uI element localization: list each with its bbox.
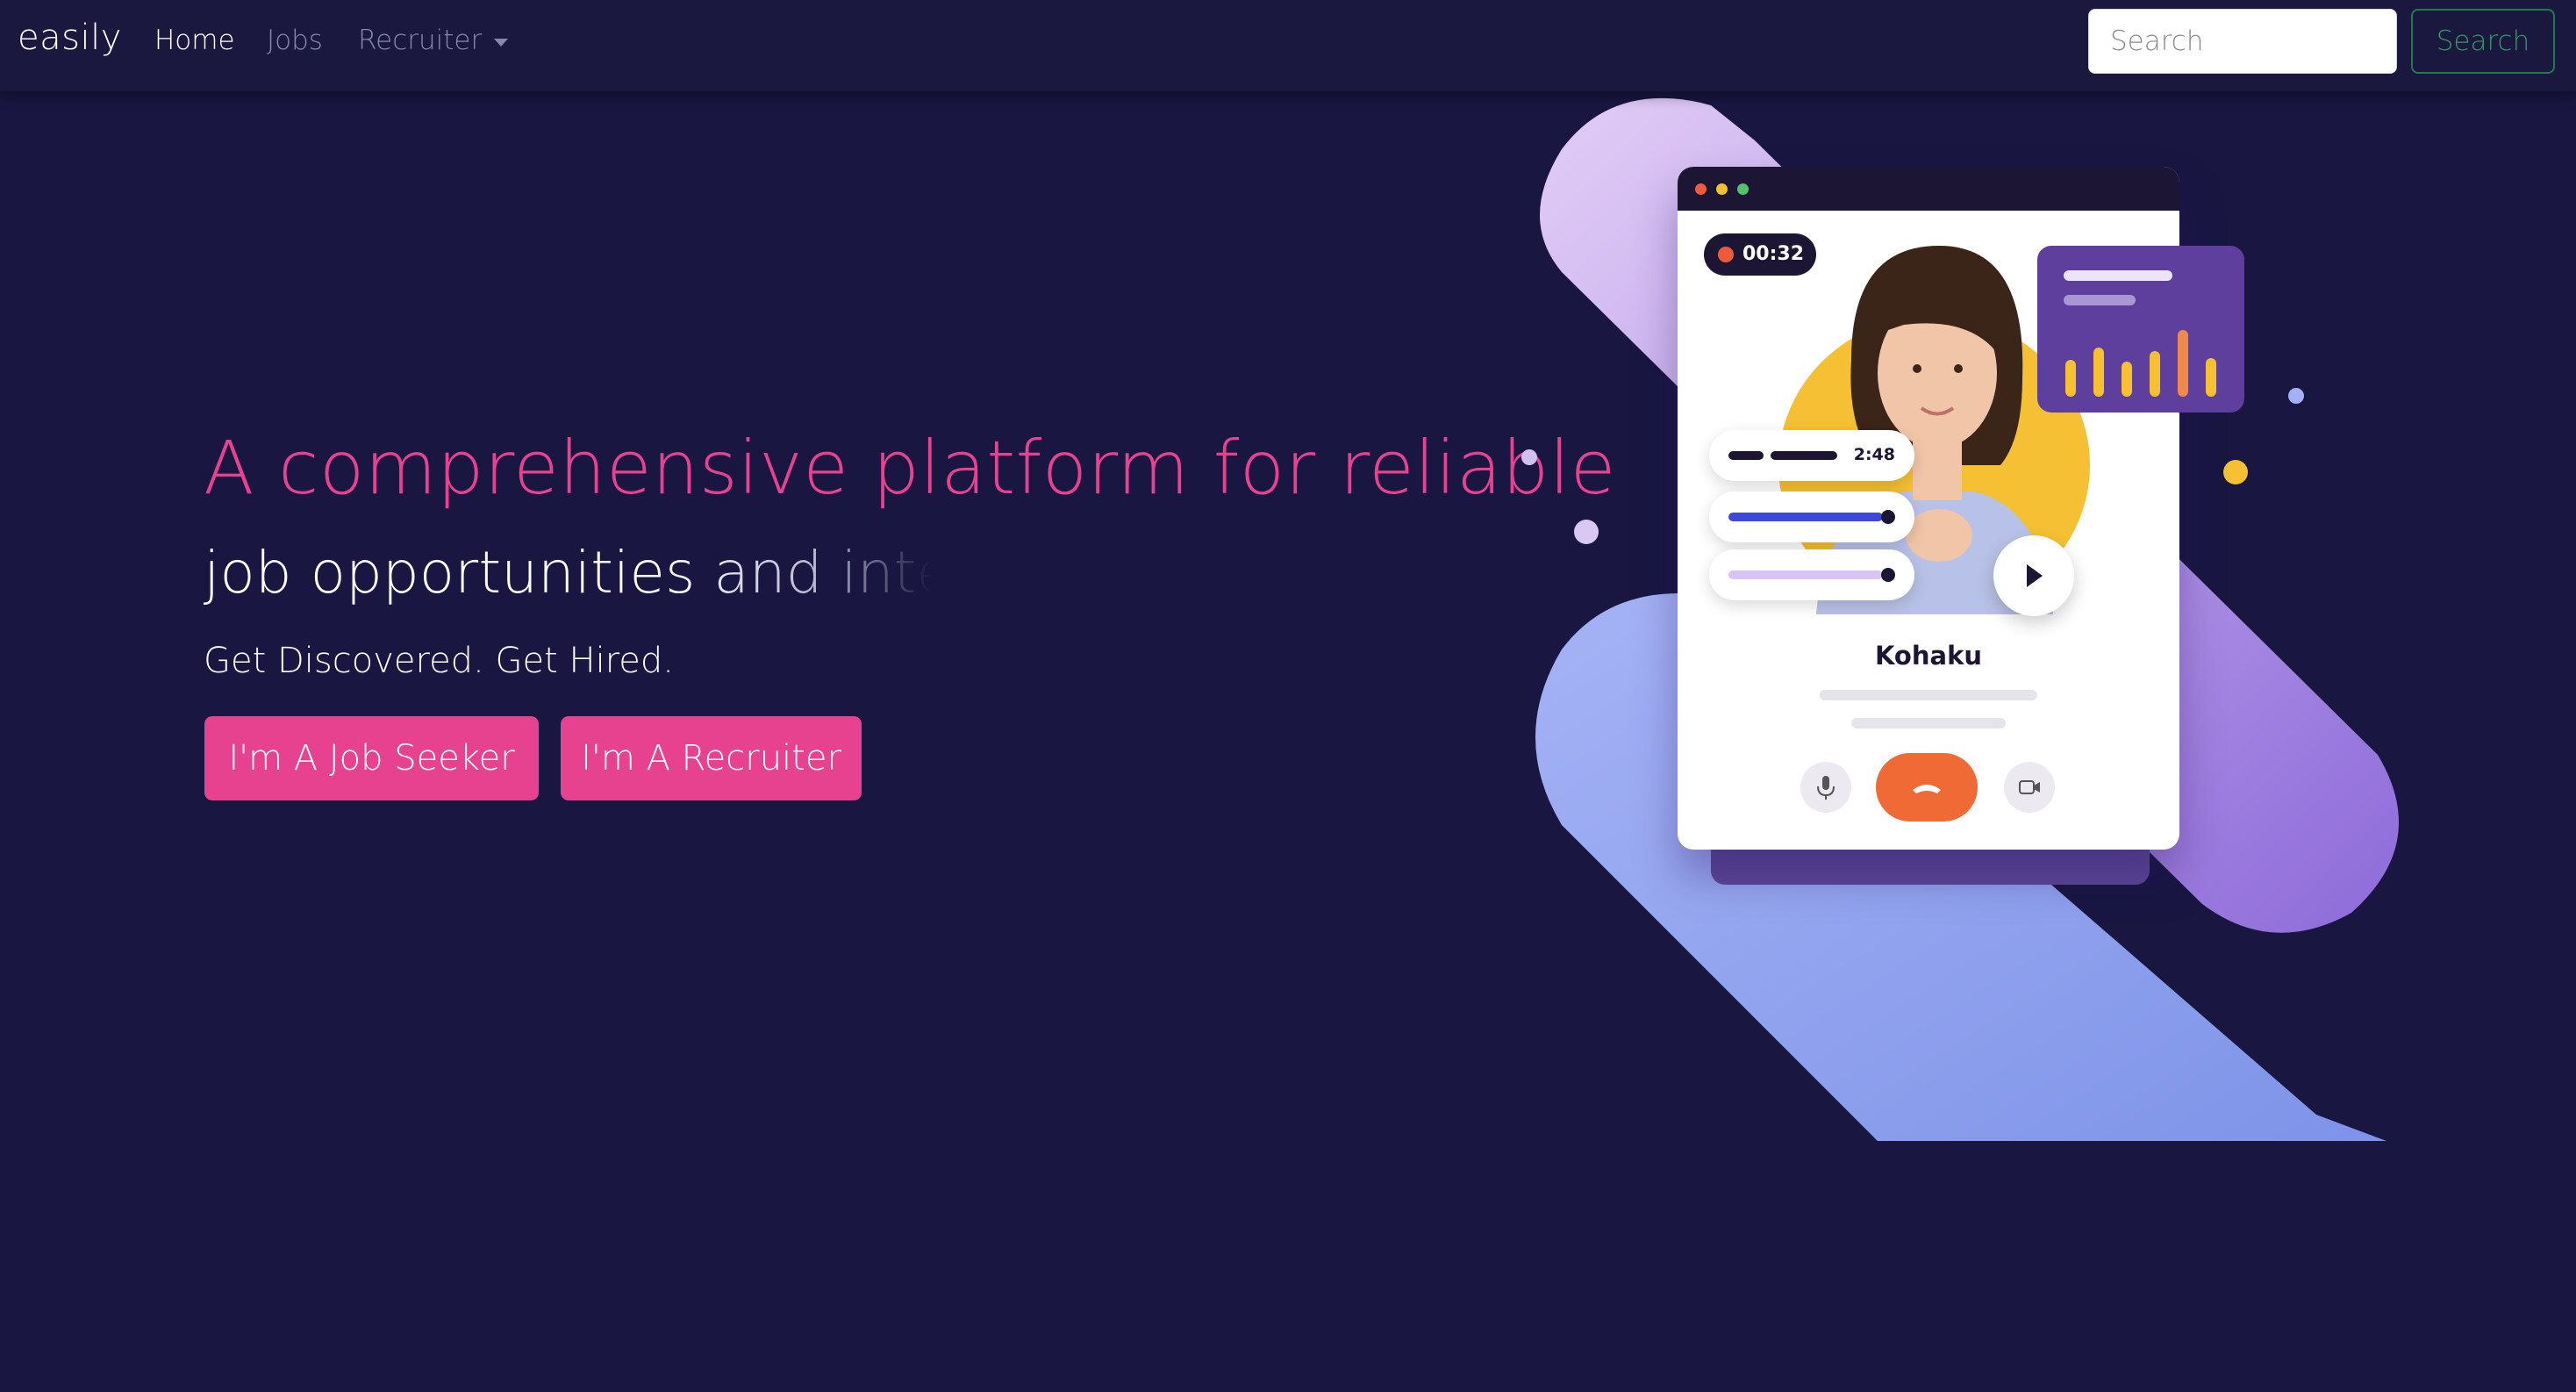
- window-titlebar: [1678, 167, 2179, 211]
- call-timer-badge: 00:32: [1704, 233, 1816, 276]
- decor-dot: [1521, 449, 1537, 465]
- clip-duration: 2:48: [1853, 445, 1895, 464]
- bar-graph-icon: [2065, 330, 2216, 397]
- job-seeker-button[interactable]: I'm A Job Seeker: [204, 716, 539, 800]
- search-input[interactable]: [2088, 9, 2397, 74]
- recruiter-dropdown-caret-icon[interactable]: [494, 39, 508, 47]
- nav-link-home[interactable]: Home: [154, 25, 235, 56]
- stats-bubble: [2037, 246, 2244, 413]
- decor-dot: [2288, 388, 2304, 404]
- nav-link-recruiter[interactable]: Recruiter: [358, 25, 482, 56]
- caller-name: Kohaku: [1874, 641, 1983, 671]
- page: easily Home Jobs Recruiter Search A comp…: [0, 0, 2576, 1392]
- progress-pill: [1709, 492, 1914, 542]
- recruiter-button[interactable]: I'm A Recruiter: [561, 716, 862, 800]
- hero-tagline: Get Discovered. Get Hired.: [204, 641, 674, 681]
- progress-pill: [1709, 549, 1914, 600]
- window-dot-icon: [1695, 183, 1707, 195]
- placeholder-line: [1851, 718, 2006, 728]
- hero-headline: A comprehensive platform for reliable: [204, 425, 1616, 511]
- placeholder-line: [1820, 690, 2037, 700]
- nav-link-jobs[interactable]: Jobs: [267, 25, 323, 56]
- hang-up-icon: [1876, 753, 1978, 822]
- brand-logo[interactable]: easily: [18, 18, 122, 58]
- video-camera-icon: [2004, 762, 2055, 813]
- top-navbar: easily Home Jobs Recruiter Search: [0, 0, 2576, 91]
- hero-typing-text: job opportunities and inter: [204, 539, 932, 606]
- microphone-icon: [1800, 762, 1851, 813]
- call-timer-text: 00:32: [1742, 243, 1805, 265]
- audio-clip-pill: 2:48: [1709, 430, 1914, 481]
- search-button[interactable]: Search: [2411, 9, 2555, 74]
- window-dot-icon: [1716, 183, 1728, 195]
- play-icon: [1993, 535, 2074, 616]
- decor-dot: [1574, 520, 1599, 544]
- recording-dot-icon: [1718, 247, 1734, 262]
- decor-dot: [2223, 460, 2248, 484]
- window-dot-icon: [1737, 183, 1749, 195]
